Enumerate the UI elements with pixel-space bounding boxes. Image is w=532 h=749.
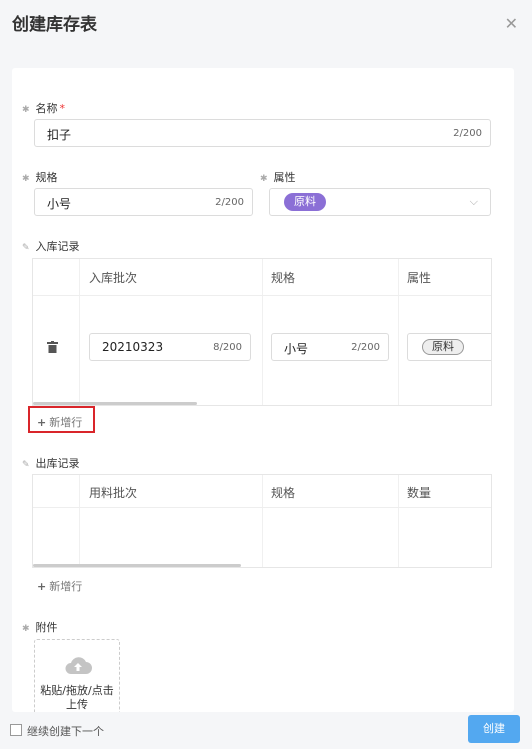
column-header: 规格 bbox=[271, 271, 296, 285]
attachment-label: 附件 bbox=[35, 621, 58, 634]
table-divider bbox=[398, 475, 399, 567]
table-divider bbox=[79, 259, 80, 405]
inbound-label-row: ✎ 入库记录 bbox=[22, 238, 80, 254]
name-count: 2/200 bbox=[453, 128, 482, 139]
column-header: 属性 bbox=[407, 271, 432, 285]
name-label: 名称 bbox=[35, 102, 58, 115]
attribute-select[interactable]: 原料 ⌵ bbox=[269, 188, 491, 216]
form-card: ✱ 名称 * 扣子 2/200 ✱ 规格 小号 2/200 ✱ 属性 原料 ⌵ ✎ 入库记… bbox=[12, 68, 514, 712]
column-header: 数量 bbox=[407, 486, 432, 500]
trash-icon[interactable] bbox=[47, 341, 58, 353]
row-spec-count: 2/200 bbox=[351, 342, 380, 353]
column-header: 规格 bbox=[271, 486, 296, 500]
table-divider bbox=[398, 259, 399, 405]
inbound-label: 入库记录 bbox=[35, 240, 80, 253]
outbound-label: 出库记录 bbox=[35, 457, 80, 470]
table-divider bbox=[262, 259, 263, 405]
column-header: 入库批次 bbox=[89, 271, 138, 285]
row-attribute-select[interactable]: 原料 bbox=[407, 333, 491, 361]
batch-count: 8/200 bbox=[213, 342, 242, 353]
table-divider bbox=[79, 475, 80, 567]
spec-count: 2/200 bbox=[215, 197, 244, 208]
continue-label: 继续创建下一个 bbox=[27, 725, 104, 738]
field-icon: ✱ bbox=[260, 174, 268, 184]
spec-input[interactable]: 小号 2/200 bbox=[34, 188, 253, 216]
spec-label-row: ✱ 规格 bbox=[22, 169, 58, 185]
dialog-footer: 继续创建下一个 创建 bbox=[0, 712, 532, 749]
upload-text: 粘贴/拖放/点击上传 bbox=[40, 684, 114, 711]
name-value: 扣子 bbox=[47, 128, 72, 142]
row-attribute-tag: 原料 bbox=[422, 339, 464, 355]
continue-checkbox[interactable] bbox=[10, 724, 22, 736]
name-input[interactable]: 扣子 2/200 bbox=[34, 119, 491, 147]
upload-area[interactable]: 粘贴/拖放/点击上传 bbox=[34, 639, 120, 712]
outbound-label-row: ✎ 出库记录 bbox=[22, 455, 80, 471]
batch-value: 20210323 bbox=[102, 340, 164, 354]
column-header: 用料批次 bbox=[89, 486, 138, 500]
table-divider bbox=[33, 295, 491, 296]
attribute-label-row: ✱ 属性 bbox=[260, 169, 296, 185]
add-row-label: 新增行 bbox=[49, 416, 83, 429]
required-mark: * bbox=[59, 102, 66, 115]
plus-icon: + bbox=[37, 416, 47, 429]
row-spec-value: 小号 bbox=[284, 342, 309, 356]
close-icon[interactable]: ✕ bbox=[505, 14, 518, 33]
batch-input[interactable]: 20210323 8/200 bbox=[89, 333, 251, 361]
attachment-label-row: ✱ 附件 bbox=[22, 619, 58, 635]
edit-icon: ✎ bbox=[22, 460, 30, 470]
field-icon: ✱ bbox=[22, 105, 30, 115]
inbound-add-row-button[interactable]: + 新增行 bbox=[37, 414, 82, 430]
table-divider bbox=[262, 475, 263, 567]
inbound-table: 入库批次 规格 属性 20210323 8/200 小号 2/200 原料 bbox=[32, 258, 492, 406]
field-icon: ✱ bbox=[22, 624, 30, 634]
chevron-down-icon: ⌵ bbox=[469, 195, 478, 208]
dialog-title: 创建库存表 bbox=[12, 15, 97, 35]
table-divider bbox=[33, 507, 491, 508]
name-label-row: ✱ 名称 * bbox=[22, 100, 65, 116]
create-button[interactable]: 创建 bbox=[468, 715, 520, 743]
plus-icon: + bbox=[37, 580, 47, 593]
edit-icon: ✎ bbox=[22, 243, 30, 253]
dialog-header: 创建库存表 ✕ bbox=[0, 0, 532, 48]
cloud-upload-icon bbox=[65, 657, 92, 674]
outbound-add-row-button[interactable]: + 新增行 bbox=[37, 578, 82, 594]
spec-value: 小号 bbox=[47, 197, 72, 211]
spec-label: 规格 bbox=[35, 171, 58, 184]
horizontal-scrollbar[interactable] bbox=[33, 564, 241, 567]
horizontal-scrollbar[interactable] bbox=[33, 402, 197, 405]
attribute-label: 属性 bbox=[273, 171, 296, 184]
row-spec-input[interactable]: 小号 2/200 bbox=[271, 333, 389, 361]
field-icon: ✱ bbox=[22, 174, 30, 184]
add-row-label: 新增行 bbox=[49, 580, 83, 593]
outbound-table: 用料批次 规格 数量 bbox=[32, 474, 492, 568]
attribute-tag: 原料 bbox=[284, 193, 326, 211]
